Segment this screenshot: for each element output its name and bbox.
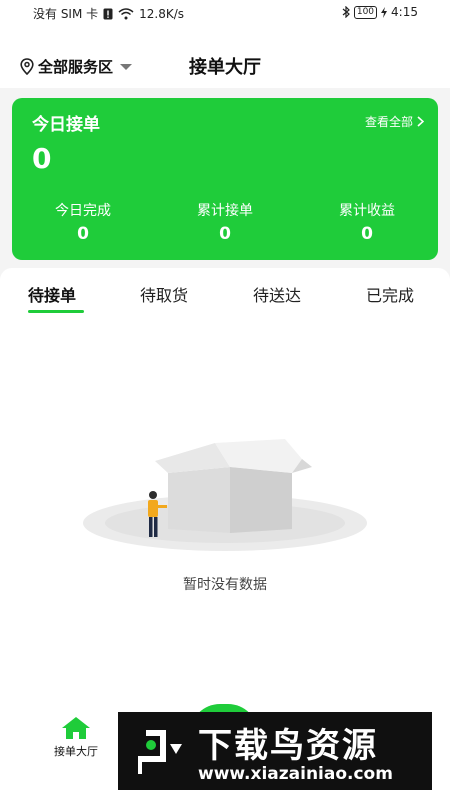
sim-alert-icon <box>103 8 113 19</box>
tab-pending[interactable]: 待接单 <box>28 282 84 313</box>
bird-logo <box>138 730 182 774</box>
header: 全部服务区 接单大厅 <box>0 26 450 88</box>
watermark-title: 下载鸟资源 <box>198 726 378 766</box>
network-speed: 12.8K/s <box>139 6 185 21</box>
stat-today-completed: 今日完成 0 <box>12 200 154 244</box>
watermark-banner: 下载鸟资源 www.xiazainiao.com <box>118 712 432 790</box>
card-title: 今日接单 <box>32 115 100 135</box>
stat-value: 0 <box>77 224 89 244</box>
watermark-url: www.xiazainiao.com <box>198 764 393 784</box>
tab-label: 待取货 <box>140 286 189 305</box>
today-order-count: 0 <box>32 142 52 175</box>
tab-pickup[interactable]: 待取货 <box>140 282 188 306</box>
view-all-link[interactable]: 查看全部 <box>365 113 424 130</box>
clock: 4:15 <box>391 5 418 19</box>
order-tabs: 待接单 待取货 待送达 已完成 <box>0 282 450 313</box>
stat-value: 0 <box>361 224 373 244</box>
status-bar: 没有 SIM 卡 12.8K/s 100 4:15 <box>0 0 450 26</box>
tab-label: 待接单 <box>28 286 77 305</box>
view-all-label: 查看全部 <box>364 115 413 129</box>
battery-level: 100 <box>353 5 378 19</box>
stat-total-earnings: 累计收益 0 <box>296 200 438 244</box>
chevron-right-icon <box>417 116 424 127</box>
tab-completed[interactable]: 已完成 <box>366 282 414 306</box>
tab-label: 已完成 <box>366 286 415 305</box>
active-tab-indicator <box>28 310 84 313</box>
carrier-text: 没有 SIM 卡 <box>33 7 99 21</box>
page-title: 接单大厅 <box>189 57 261 78</box>
stat-label: 累计收益 <box>339 203 395 219</box>
nav-home[interactable]: 接单大厅 <box>46 716 106 759</box>
empty-state-message: 暂时没有数据 <box>183 577 267 593</box>
order-list-panel: 待接单 待取货 待送达 已完成 暂时没有数据 <box>0 268 450 710</box>
tab-label: 待送达 <box>253 286 302 305</box>
tab-delivering[interactable]: 待送达 <box>253 282 301 306</box>
stat-total-orders: 累计接单 0 <box>154 200 296 244</box>
charging-icon <box>381 6 388 18</box>
summary-card: 今日接单 查看全部 0 今日完成 0 累计接单 0 累计收益 0 <box>12 98 438 260</box>
nav-home-label: 接单大厅 <box>54 745 98 758</box>
empty-box-illustration <box>83 439 367 551</box>
bottom-nav: 接单大厅 下载鸟资源 www.xiazainiao.com <box>0 704 450 800</box>
stat-label: 累计接单 <box>197 203 253 219</box>
home-icon <box>62 717 90 739</box>
stat-value: 0 <box>219 224 231 244</box>
wifi-icon <box>118 7 134 19</box>
stat-label: 今日完成 <box>55 203 111 219</box>
bluetooth-icon <box>342 6 350 18</box>
